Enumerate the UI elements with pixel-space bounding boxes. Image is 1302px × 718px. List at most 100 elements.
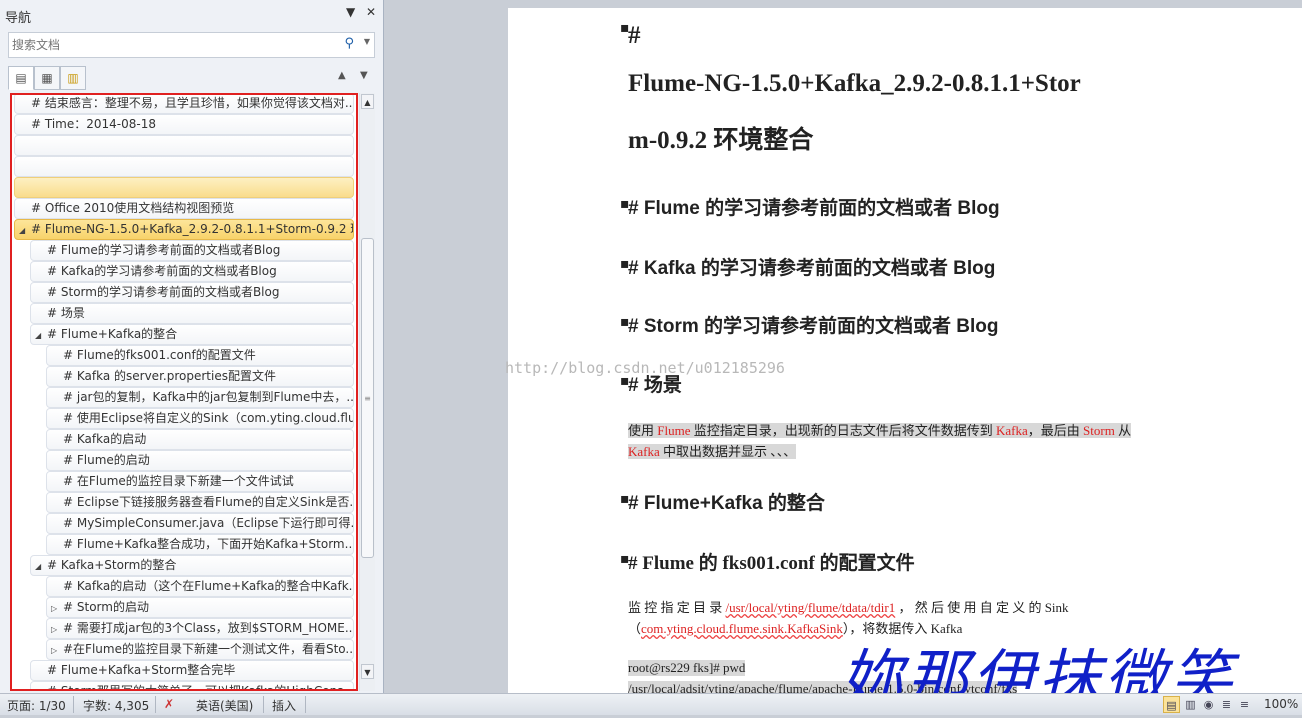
- conf-paragraph-line1: 监 控 指 定 目 录 /usr/local/yting/flume/tdata…: [628, 600, 1069, 615]
- scroll-down-icon[interactable]: ▼: [361, 664, 374, 679]
- nav-title: 导航: [5, 11, 32, 26]
- nav-heading-label: # Office 2010使用文档结构视图预览: [31, 201, 235, 215]
- nav-heading-label: # Storm的启动: [63, 600, 149, 614]
- scroll-thumb[interactable]: ≡: [361, 238, 374, 558]
- nav-heading-label: # Flume+Kafka整合成功，下面开始Kafka+Storm...: [63, 537, 354, 551]
- status-bar: 页面: 1/30 字数: 4,305 ✗ 英语(美国) 插入 ▤ ▥ ◉ ≣ ≡…: [0, 693, 1302, 715]
- nav-heading-item[interactable]: # Flume的学习请参考前面的文档或者Blog: [30, 240, 354, 261]
- command-line-1: root@rs229 fks]# pwd: [628, 660, 746, 676]
- nav-heading-label: # 场景: [47, 306, 85, 320]
- nav-heading-item[interactable]: # 场景: [30, 303, 354, 324]
- nav-heading-label: # 使用Eclipse将自定义的Sink（com.yting.cloud.flu…: [63, 411, 354, 425]
- heading-list: # 结束感言：整理不易，且学且珍惜，如果你觉得该文档对... # Time：201…: [10, 93, 358, 691]
- nav-menu-dropdown-icon[interactable]: ▼: [346, 5, 355, 19]
- expand-icon[interactable]: ▷: [51, 641, 63, 659]
- nav-heading-label: # Flume的启动: [63, 453, 150, 467]
- nav-heading-item[interactable]: # Kafka的启动: [46, 429, 354, 450]
- web-layout-icon[interactable]: ◉: [1200, 696, 1217, 713]
- proofing-icon[interactable]: ✗: [164, 697, 174, 711]
- expand-icon[interactable]: ▷: [51, 620, 63, 638]
- search-icon[interactable]: ⚲: [344, 36, 354, 51]
- language[interactable]: 英语(美国): [196, 697, 253, 714]
- nav-heading-item[interactable]: [14, 156, 354, 177]
- nav-heading-label: # Flume-NG-1.5.0+Kafka_2.9.2-0.8.1.1+Sto…: [31, 222, 354, 236]
- nav-heading-item[interactable]: # 结束感言：整理不易，且学且珍惜，如果你觉得该文档对...: [14, 95, 354, 114]
- nav-heading-item[interactable]: ◢ # Kafka+Storm的整合: [30, 555, 354, 576]
- doc-title-line2: m-0.9.2 环境整合: [628, 127, 814, 154]
- insert-mode[interactable]: 插入: [272, 697, 296, 714]
- nav-heading-label: # Kafka的启动（这个在Flume+Kafka的整合中Kafk...: [63, 579, 354, 593]
- nav-heading-item[interactable]: # 使用Eclipse将自定义的Sink（com.yting.cloud.flu…: [46, 408, 354, 429]
- nav-heading-label: #在Flume的监控目录下新建一个测试文件，看看Sto...: [63, 642, 354, 656]
- outline-icon[interactable]: ≣: [1218, 696, 1235, 713]
- nav-heading-item[interactable]: # Storm那里写的太简单了，可以把Kafka的HighCons...: [30, 681, 354, 691]
- tab-pages[interactable]: ▦: [34, 66, 60, 90]
- nav-heading-label: # Flume+Kafka+Storm整合完毕: [47, 663, 236, 677]
- nav-heading-item[interactable]: ◢ # Flume+Kafka的整合: [30, 324, 354, 345]
- search-input[interactable]: [12, 34, 332, 56]
- nav-heading-item[interactable]: ▷ # 需要打成jar包的3个Class，放到$STORM_HOME...: [46, 618, 354, 639]
- search-box[interactable]: ⚲ ▼: [8, 32, 375, 58]
- watermark: http://blog.csdn.net/u012185296: [505, 359, 785, 377]
- nav-heading-label: # Kafka的学习请参考前面的文档或者Blog: [47, 264, 277, 278]
- nav-heading-item[interactable]: # Office 2010使用文档结构视图预览: [14, 198, 354, 219]
- heading-fks-conf: # Flume 的 fks001.conf 的配置文件: [628, 553, 915, 574]
- nav-heading-label: # Kafka 的server.properties配置文件: [63, 369, 276, 383]
- nav-heading-item[interactable]: ▷ #在Flume的监控目录下新建一个测试文件，看看Sto...: [46, 639, 354, 660]
- scroll-up-icon[interactable]: ▲: [361, 94, 374, 109]
- nav-heading-label: # Storm那里写的太简单了，可以把Kafka的HighCons...: [47, 684, 354, 691]
- draft-icon[interactable]: ≡: [1236, 696, 1253, 713]
- heading-flume-kafka: # Flume+Kafka 的整合: [628, 493, 825, 514]
- collapse-icon[interactable]: ◢: [19, 221, 31, 239]
- print-layout-icon[interactable]: ▤: [1163, 696, 1180, 713]
- heading-kafka: # Kafka 的学习请参考前面的文档或者 Blog: [628, 258, 996, 279]
- nav-heading-label: # Eclipse下链接服务器查看Flume的自定义Sink是否...: [63, 495, 354, 509]
- nav-heading-item[interactable]: # Eclipse下链接服务器查看Flume的自定义Sink是否...: [46, 492, 354, 513]
- full-screen-reading-icon[interactable]: ▥: [1182, 696, 1199, 713]
- nav-heading-item[interactable]: # Flume+Kafka+Storm整合完毕: [30, 660, 354, 681]
- page-count[interactable]: 页面: 1/30: [7, 697, 66, 714]
- word-count[interactable]: 字数: 4,305: [83, 697, 149, 714]
- document-page[interactable]: ▪ # Flume-NG-1.5.0+Kafka_2.9.2-0.8.1.1+S…: [508, 8, 1302, 693]
- nav-heading-label: # Storm的学习请参考前面的文档或者Blog: [47, 285, 280, 299]
- scene-paragraph: 使用 Flume 监控指定目录，出现新的日志文件后将文件数据传到 Kafka，最…: [628, 423, 1132, 459]
- doc-title-line1: Flume-NG-1.5.0+Kafka_2.9.2-0.8.1.1+Stor: [628, 70, 1081, 97]
- nav-heading-label: # 需要打成jar包的3个Class，放到$STORM_HOME...: [63, 621, 354, 635]
- nav-heading-item[interactable]: # Flume的fks001.conf的配置文件: [46, 345, 354, 366]
- heading-flume: # Flume 的学习请参考前面的文档或者 Blog: [628, 198, 1000, 219]
- doc-title-hash: #: [628, 22, 641, 49]
- navigation-pane: 导航 ▼ ✕ ⚲ ▼ ▤ ▦ ▥ ▲ ▼ # 结束感言：整理不易，且学且珍惜，如…: [0, 0, 384, 693]
- nav-heading-item[interactable]: # Kafka 的server.properties配置文件: [46, 366, 354, 387]
- collapse-icon[interactable]: ◢: [35, 326, 47, 344]
- search-options-dropdown-icon[interactable]: ▼: [364, 37, 370, 46]
- nav-heading-item[interactable]: # Flume+Kafka整合成功，下面开始Kafka+Storm...: [46, 534, 354, 555]
- nav-heading-item[interactable]: ▷ # Storm的启动: [46, 597, 354, 618]
- nav-heading-label: # Kafka+Storm的整合: [47, 558, 177, 572]
- scrollbar[interactable]: ▲ ≡ ▼: [359, 93, 375, 691]
- nav-heading-label: # 在Flume的监控目录下新建一个文件试试: [63, 474, 294, 488]
- nav-heading-label: # jar包的复制，Kafka中的jar包复制到Flume中去，...: [63, 390, 354, 404]
- tab-results[interactable]: ▥: [60, 66, 86, 90]
- nav-heading-item[interactable]: # Kafka的启动（这个在Flume+Kafka的整合中Kafk...: [46, 576, 354, 597]
- nav-heading-item[interactable]: # Kafka的学习请参考前面的文档或者Blog: [30, 261, 354, 282]
- close-icon[interactable]: ✕: [366, 5, 376, 19]
- nav-heading-item[interactable]: # Time：2014-08-18: [14, 114, 354, 135]
- nav-heading-label: # Flume的学习请参考前面的文档或者Blog: [47, 243, 281, 257]
- nav-heading-item[interactable]: # 在Flume的监控目录下新建一个文件试试: [46, 471, 354, 492]
- collapse-icon[interactable]: ◢: [35, 557, 47, 575]
- nav-heading-item[interactable]: # jar包的复制，Kafka中的jar包复制到Flume中去，...: [46, 387, 354, 408]
- nav-heading-item[interactable]: ◢ # Flume-NG-1.5.0+Kafka_2.9.2-0.8.1.1+St…: [14, 219, 354, 240]
- nav-heading-label: # Flume的fks001.conf的配置文件: [63, 348, 256, 362]
- previous-heading-icon[interactable]: ▲: [338, 70, 346, 81]
- tab-headings[interactable]: ▤: [8, 66, 34, 90]
- nav-heading-item[interactable]: # Storm的学习请参考前面的文档或者Blog: [30, 282, 354, 303]
- zoom-level[interactable]: 100%: [1264, 697, 1298, 711]
- nav-heading-item[interactable]: [14, 135, 354, 156]
- nav-heading-label: # 结束感言：整理不易，且学且珍惜，如果你觉得该文档对...: [31, 96, 354, 110]
- nav-heading-item[interactable]: # Flume的启动: [46, 450, 354, 471]
- nav-heading-item[interactable]: # MySimpleConsumer.java（Eclipse下运行即可得...: [46, 513, 354, 534]
- next-heading-icon[interactable]: ▼: [360, 70, 368, 81]
- nav-heading-item[interactable]: [14, 177, 354, 198]
- expand-icon[interactable]: ▷: [51, 599, 63, 617]
- nav-heading-label: # MySimpleConsumer.java（Eclipse下运行即可得...: [63, 516, 354, 530]
